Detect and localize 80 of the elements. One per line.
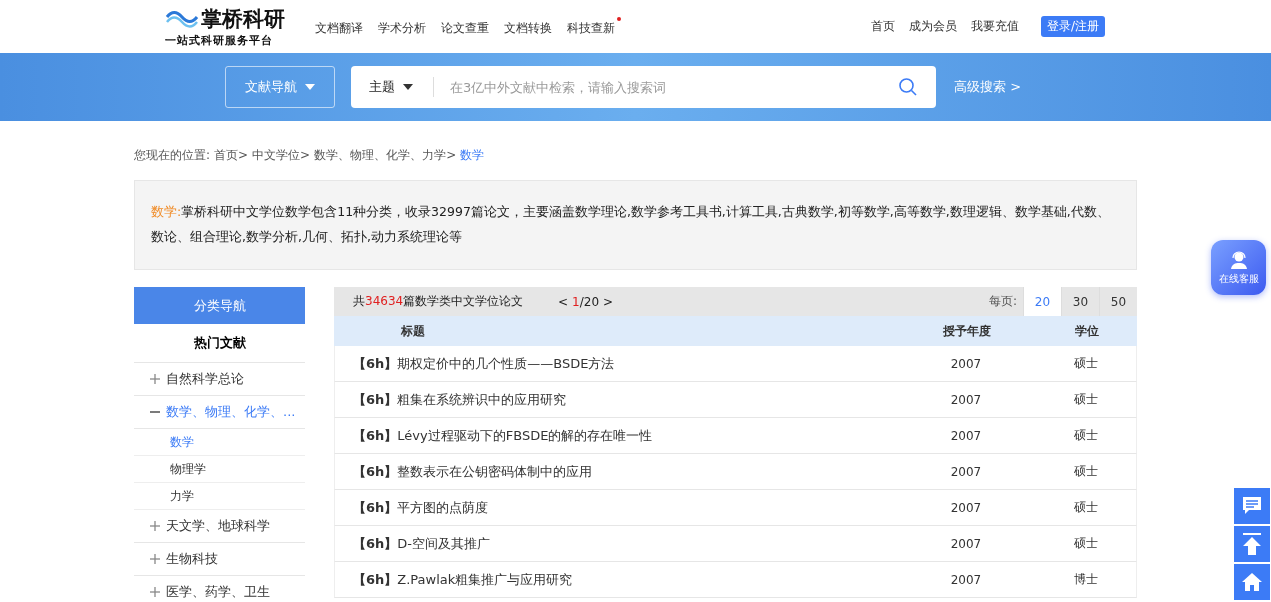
sidebar-subitem[interactable]: 数学: [134, 429, 305, 456]
table-cell-text: 2007: [949, 464, 983, 479]
nav-link[interactable]: 文档转换: [504, 16, 558, 37]
breadcrumb-current[interactable]: 数学: [460, 147, 485, 164]
thesis-title-link[interactable]: 【6h】D-空间及其推广: [335, 534, 896, 553]
next-page-link[interactable]: >: [603, 294, 614, 309]
wave-logo-icon: [165, 8, 199, 30]
sidebar-subitem[interactable]: 力学: [134, 483, 305, 510]
headset-person-icon: [1228, 249, 1249, 270]
table-cell-text: 硕士: [1073, 499, 1099, 516]
nav-link[interactable]: 学术分析: [378, 16, 432, 37]
thesis-title-link[interactable]: 【6h】期权定价中的几个性质——BSDE方法: [335, 354, 896, 373]
table-cell-text: 2007: [949, 392, 983, 407]
home-icon: [1241, 571, 1263, 593]
sidebar-item-label: 天文学、地球科学: [166, 517, 270, 535]
prev-page-link[interactable]: <: [558, 294, 569, 309]
back-to-top-button[interactable]: [1234, 526, 1270, 562]
per-page-option[interactable]: 20: [1023, 287, 1061, 316]
header-link[interactable]: 首页: [870, 18, 895, 35]
table-cell-text: 2007: [949, 572, 983, 587]
nav-link[interactable]: 论文查重: [441, 16, 495, 37]
header-link[interactable]: 我要充值: [970, 18, 1019, 35]
breadcrumb-link[interactable]: 数学、物理、化学、力学>: [314, 147, 457, 164]
sidebar-item[interactable]: 数学、物理、化学、...: [134, 396, 305, 429]
sidebar-subtitle[interactable]: 热门文献: [134, 324, 305, 363]
table-cell-text: 2007: [949, 536, 983, 551]
search-icon[interactable]: [898, 77, 918, 97]
column-header: 标题: [400, 322, 426, 340]
table-cell-text: 硕士: [1073, 355, 1099, 372]
logo-name: 掌桥科研: [201, 6, 285, 33]
online-service-button[interactable]: 在线客服: [1211, 240, 1266, 295]
sidebar-item[interactable]: 医学、药学、卫生: [134, 576, 305, 602]
sidebar-item-label: 数学、物理、化学、...: [166, 403, 296, 421]
breadcrumb-link[interactable]: 中文学位>: [252, 147, 311, 164]
table-cell-text: 2007: [949, 428, 983, 443]
thesis-title-link[interactable]: 【6h】粗集在系统辨识中的应用研究: [335, 390, 896, 409]
sidebar-item[interactable]: 天文学、地球科学: [134, 510, 305, 543]
table-cell-text: 硕士: [1073, 391, 1099, 408]
up-arrow-icon: [1241, 532, 1263, 556]
new-dot: [617, 17, 621, 21]
thesis-title-link[interactable]: 【6h】Lévy过程驱动下的FBSDE的解的存在唯一性: [335, 426, 896, 445]
table-cell-text: 硕士: [1073, 427, 1099, 444]
nav-link[interactable]: 文档翻译: [315, 16, 369, 37]
caret-icon: [403, 84, 413, 90]
table-cell-text: 2007: [949, 356, 983, 371]
table-cell-text: 2007: [949, 500, 983, 515]
thesis-title-link[interactable]: 【6h】整数表示在公钥密码体制中的应用: [335, 462, 896, 481]
plus-icon: [150, 554, 160, 564]
sidebar-item-label: 生物科技: [166, 550, 218, 568]
message-button[interactable]: [1234, 488, 1270, 524]
plus-icon: [150, 521, 160, 531]
result-count: 共34634篇数学类中文学位论文: [353, 293, 525, 310]
thesis-title-link[interactable]: 【6h】Z.Pawlak粗集推广与应用研究: [335, 570, 896, 589]
thesis-title-link[interactable]: 【6h】平方图的点荫度: [335, 498, 896, 517]
table-cell-text: 硕士: [1073, 463, 1099, 480]
sidebar-subitem[interactable]: 物理学: [134, 456, 305, 483]
breadcrumb-label: 您现在的位置:: [134, 147, 211, 164]
sidebar-item-label: 医学、药学、卫生: [166, 583, 270, 601]
sidebar-title: 分类导航: [134, 287, 305, 324]
table-cell-text: 博士: [1073, 571, 1099, 588]
chat-icon: [1241, 495, 1263, 517]
logo-slogan: 一站式科研服务平台: [165, 33, 274, 48]
sidebar-item-label: 自然科学总论: [166, 370, 244, 388]
search-field[interactable]: 主题 在3亿中外文献中检索，请输入搜索词: [351, 66, 936, 108]
caret-icon: [305, 84, 315, 90]
plus-icon: [150, 587, 160, 597]
sidebar-item[interactable]: 生物科技: [134, 543, 305, 576]
home-button[interactable]: [1234, 564, 1270, 600]
description-text: 数学:掌桥科研中文学位数学包含11种分类，收录32997篇论文，主要涵盖数学理论,数学参考工具书,计算工具,古典数学,初等数学,高等数学,数理逻辑、数学基础,代数、数论、组合理论,数学分析,几何、拓扑,动力系统理论等: [134, 180, 1137, 270]
header-link[interactable]: 成为会员: [908, 18, 957, 35]
per-page-label: 每页:: [988, 293, 1017, 310]
login-button[interactable]: 登录/注册: [1040, 16, 1105, 37]
column-header: 学位: [1074, 322, 1100, 340]
table-cell-text: 硕士: [1073, 535, 1099, 552]
sidebar-item[interactable]: 自然科学总论: [134, 363, 305, 396]
column-header: 授予年度: [942, 322, 992, 340]
nav-link[interactable]: 科技查新: [567, 16, 621, 37]
plus-icon: [150, 374, 160, 384]
page-indicator: 1/20: [572, 294, 599, 309]
breadcrumb-link[interactable]: 首页>: [214, 147, 249, 164]
